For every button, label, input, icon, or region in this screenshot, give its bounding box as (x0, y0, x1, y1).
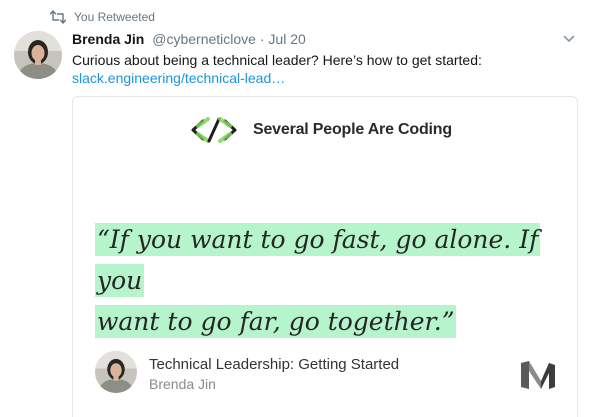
user-handle[interactable]: @cyberneticlove (152, 31, 256, 47)
quote-line-2: want to go far, go together.” (95, 305, 457, 338)
tweet-header: Brenda Jin @cyberneticlove · Jul 20 (72, 30, 306, 48)
medium-logo-icon (521, 361, 555, 389)
card-author-avatar (95, 351, 137, 393)
tweet[interactable]: You Retweeted Brenda Jin @cyberneticlove… (0, 0, 595, 417)
retweet-icon (50, 10, 66, 24)
link-card[interactable]: Several People Are Coding “If you want t… (72, 96, 578, 417)
avatar[interactable] (14, 31, 62, 79)
quote-line-1: “If you want to go fast, go alone. If yo… (95, 223, 541, 297)
publication-header: Several People Are Coding (183, 116, 452, 144)
publication-name: Several People Are Coding (253, 121, 452, 138)
card-title: Technical Leadership: Getting Started (149, 356, 400, 373)
code-logo-icon (191, 117, 237, 143)
pull-quote: “If you want to go fast, go alone. If yo… (95, 219, 565, 342)
retweet-context: You Retweeted (50, 8, 155, 26)
tweet-date[interactable]: Jul 20 (268, 31, 305, 47)
chevron-down-icon[interactable] (563, 34, 575, 44)
tweet-text: Curious about being a technical leader? … (72, 52, 482, 68)
retweet-label: You Retweeted (74, 10, 155, 24)
separator: · (259, 31, 265, 47)
display-name[interactable]: Brenda Jin (72, 31, 144, 47)
card-author: Brenda Jin (149, 376, 216, 392)
tweet-link[interactable]: slack.engineering/technical-lead… (72, 68, 285, 88)
